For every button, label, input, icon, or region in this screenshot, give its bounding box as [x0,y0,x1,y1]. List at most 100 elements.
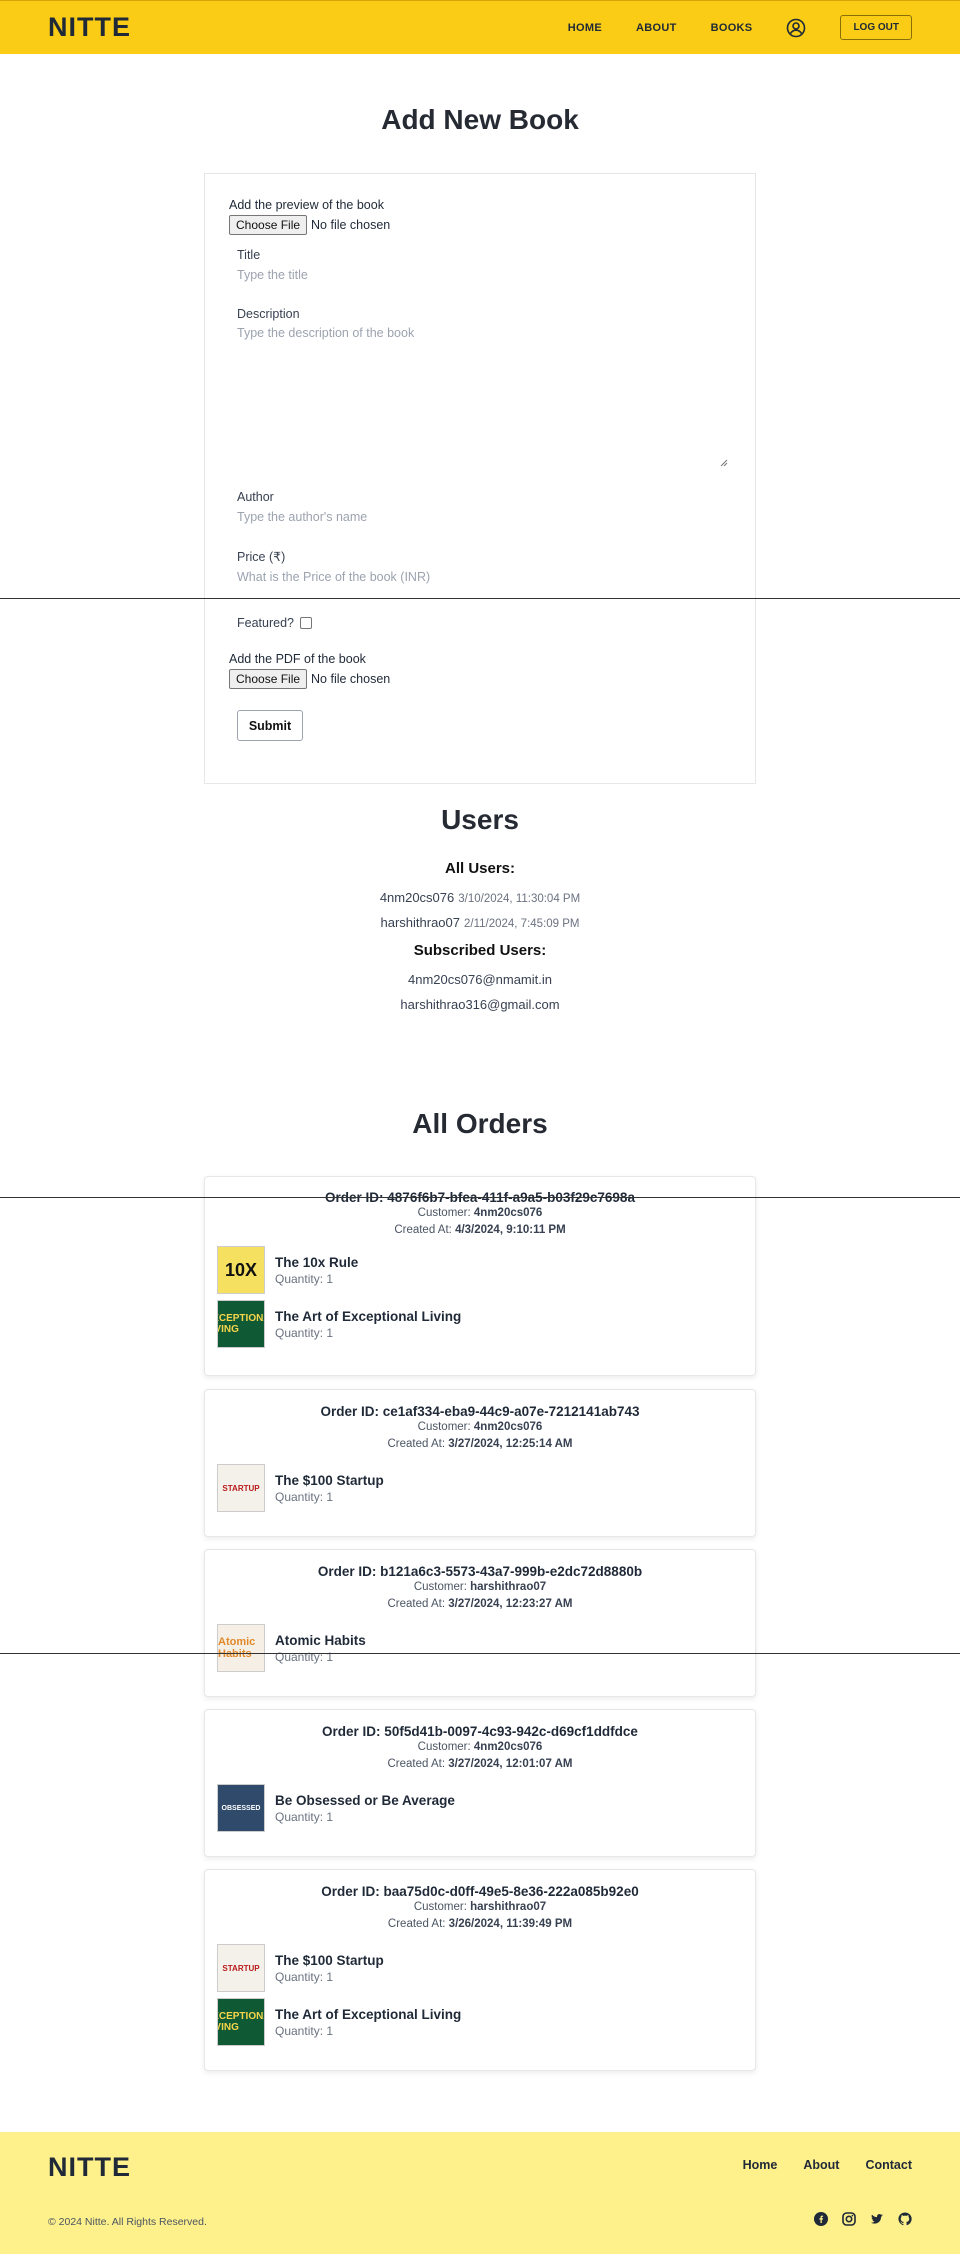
user-name: 4nm20cs076 [379,890,455,905]
featured-label: Featured? [237,616,294,630]
order-id: Order ID: b121a6c3-5573-43a7-999b-e2dc72… [317,1564,643,1579]
book-quantity: Quantity: 1 [275,1809,334,1824]
twitter-icon[interactable] [870,2212,884,2226]
nav-home-link[interactable]: HOME [568,22,602,34]
title-input[interactable]: Type the title [237,268,308,282]
created-value: 3/27/2024, 12:23:27 AM [448,1598,573,1610]
all-users-heading: All Users: [444,860,516,877]
order-created: Created At: 4/3/2024, 9:10:11 PM [205,1222,755,1239]
order-created: Created At: 3/27/2024, 12:01:07 AM [205,1756,755,1773]
order-customer: Customer: harshithrao07 [205,1579,755,1596]
book-cover-image: OBSESSED [217,1784,265,1832]
customer-value: harshithrao07 [470,1581,547,1593]
subscribed-user-email: 4nm20cs076@nmamit.in [408,972,552,987]
users-title: Users [441,804,519,835]
preview-upload: Add the preview of the book Choose File N… [229,198,390,235]
nav-books-link[interactable]: BOOKS [711,22,753,34]
author-field[interactable]: Author Type the author's name [237,490,367,524]
description-placeholder: Type the description of the book [237,326,415,340]
order-id: Order ID: baa75d0c-d0ff-49e5-8e36-222a08… [321,1884,639,1899]
order-item: 10X The 10x Rule Quantity: 1 [217,1243,755,1297]
book-name: Atomic Habits [275,1632,366,1648]
users-section: Users All Users: 4nm20cs076 3/10/2024, 11… [0,804,960,1012]
customer-label: Customer: [417,1421,471,1433]
pdf-choose-file-button[interactable]: Choose File [229,669,308,689]
preview-choose-file-button[interactable]: Choose File [229,215,308,235]
submit-button[interactable]: Submit [237,710,303,741]
book-name: The $100 Startup [275,1952,384,1968]
subscribed-users-heading: Subscribed Users: [413,942,547,959]
order-item: STARTUP The $100 Startup Quantity: 1 [217,1941,755,1995]
customer-label: Customer: [417,1741,471,1753]
customer-label: Customer: [413,1581,467,1593]
subscribed-user-email: harshithrao316@gmail.com [400,997,560,1012]
footer-brand-logo[interactable]: NITTE [48,2152,131,2183]
order-item: Atomic Habits Atomic Habits Quantity: 1 [217,1621,755,1675]
order-id: Order ID: 50f5d41b-0097-4c93-942c-d69cf1… [322,1724,638,1739]
price-field[interactable]: Price (₹) What is the Price of the book … [237,549,430,584]
book-cover-image: STARTUP [217,1944,265,1992]
price-input[interactable]: What is the Price of the book (INR) [237,570,430,584]
user-timestamp: 3/10/2024, 11:30:04 PM [458,893,581,905]
description-textarea[interactable]: Type the description of the book [237,324,728,467]
github-icon[interactable] [898,2212,912,2226]
created-label: Created At: [387,1598,446,1610]
order-customer: Customer: 4nm20cs076 [205,1205,755,1222]
customer-label: Customer: [417,1207,471,1219]
brand-logo[interactable]: NITTE [48,12,131,43]
resize-handle-icon[interactable] [720,459,728,467]
price-label: Price (₹) [237,550,286,564]
order-card: Order ID: 50f5d41b-0097-4c93-942c-d69cf1… [204,1709,756,1857]
book-cover-image: STARTUP [217,1464,265,1512]
preview-no-file-text: No file chosen [311,218,391,232]
created-value: 3/27/2024, 12:01:07 AM [448,1758,573,1770]
book-cover-image: 10X [217,1246,265,1294]
divider-line [0,1653,960,1654]
book-quantity: Quantity: 1 [275,1489,334,1504]
preview-label: Add the preview of the book [229,198,384,212]
order-card: Order ID: 4876f6b7-bfea-411f-a9a5-b03f29… [204,1176,756,1376]
order-customer: Customer: 4nm20cs076 [205,1419,755,1436]
order-created: Created At: 3/26/2024, 11:39:49 PM [205,1916,755,1933]
facebook-icon[interactable] [814,2212,828,2226]
main-nav: HOME ABOUT BOOKS LOG OUT [568,15,912,40]
created-label: Created At: [387,1918,446,1930]
order-item: OBSESSED Be Obsessed or Be Average Quant… [217,1781,755,1835]
order-item: STARTUP The $100 Startup Quantity: 1 [217,1461,755,1515]
social-links [814,2212,912,2226]
book-name: The 10x Rule [275,1254,359,1270]
order-customer: Customer: 4nm20cs076 [205,1739,755,1756]
book-quantity: Quantity: 1 [275,1969,334,1984]
created-label: Created At: [387,1438,446,1450]
book-name: The Art of Exceptional Living [275,1308,462,1324]
logout-button[interactable]: LOG OUT [840,15,912,40]
footer-about-link[interactable]: About [803,2158,839,2172]
footer-home-link[interactable]: Home [743,2158,778,2172]
add-book-title: Add New Book [381,104,579,135]
order-id: Order ID: ce1af334-eba9-44c9-a07e-721214… [320,1404,640,1419]
title-label: Title [237,248,261,262]
nav-about-link[interactable]: ABOUT [636,22,677,34]
book-quantity: Quantity: 1 [275,1271,334,1286]
user-row: harshithrao07 2/11/2024, 7:45:09 PM [0,915,960,930]
book-name: Be Obsessed or Be Average [275,1792,455,1808]
pdf-no-file-text: No file chosen [311,672,391,686]
order-item: EXCEPTIONAL LIVING The Art of Exceptiona… [217,1297,755,1351]
order-created: Created At: 3/27/2024, 12:25:14 AM [205,1436,755,1453]
title-field[interactable]: Title Type the title [237,248,308,282]
user-timestamp: 2/11/2024, 7:45:09 PM [463,918,580,930]
featured-checkbox[interactable] [299,617,312,629]
order-card: Order ID: baa75d0c-d0ff-49e5-8e36-222a08… [204,1869,756,2071]
customer-value: 4nm20cs076 [473,1421,543,1433]
footer-contact-link[interactable]: Contact [865,2158,912,2172]
instagram-icon[interactable] [842,2212,856,2226]
author-label: Author [237,490,274,504]
divider-line [0,598,960,599]
author-input[interactable]: Type the author's name [237,510,367,524]
user-account-icon[interactable] [786,18,806,38]
customer-value: 4nm20cs076 [473,1207,543,1219]
footer-links: Home About Contact [743,2158,912,2172]
book-cover-image: Atomic Habits [217,1624,265,1672]
pdf-label: Add the PDF of the book [229,652,366,666]
created-value: 4/3/2024, 9:10:11 PM [455,1224,566,1236]
